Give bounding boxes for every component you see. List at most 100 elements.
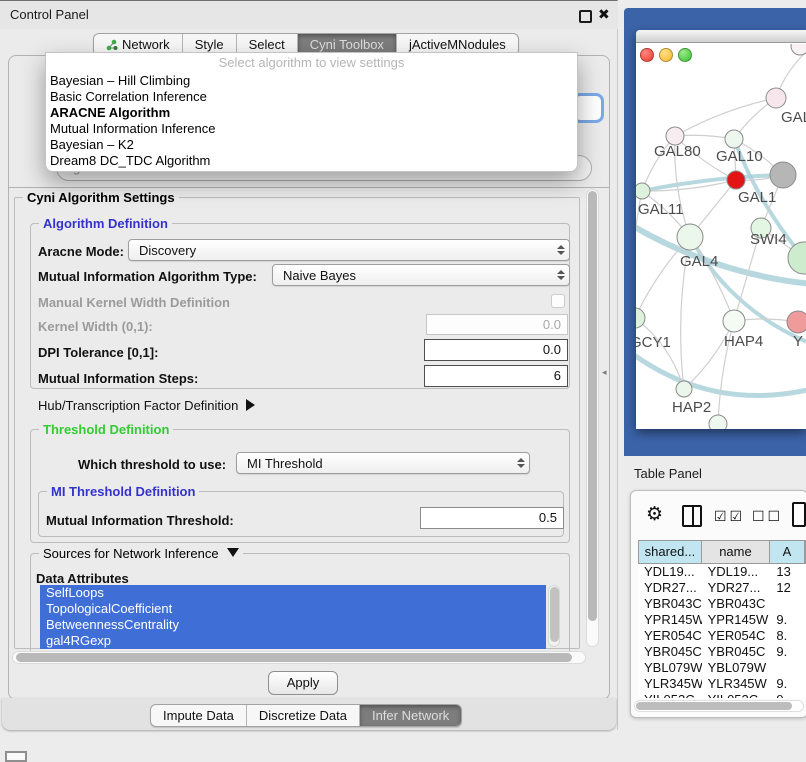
table-row[interactable]: YIL052CYIL052C9. bbox=[638, 692, 806, 698]
network-node-hap4[interactable] bbox=[723, 310, 745, 332]
mi-threshold-field[interactable]: 0.5 bbox=[420, 507, 564, 529]
settings-horizontal-scrollbar-thumb[interactable] bbox=[16, 653, 572, 662]
mi-steps-field[interactable]: 6 bbox=[424, 365, 568, 387]
table-cell: YBL079W bbox=[638, 660, 702, 676]
hub-definition-toggle[interactable]: Hub/Transcription Factor Definition bbox=[38, 398, 255, 413]
tab-label: Style bbox=[195, 37, 224, 52]
algorithm-option[interactable]: Bayesian – Hill Climbing bbox=[46, 73, 577, 89]
table-cell: 8. bbox=[770, 628, 806, 644]
manual-kernel-checkbox[interactable] bbox=[551, 294, 565, 308]
settings-group-title: Cyni Algorithm Settings bbox=[23, 190, 179, 205]
network-node[interactable] bbox=[709, 415, 727, 429]
gear-icon[interactable]: ⚙ bbox=[646, 503, 663, 526]
apply-button[interactable]: Apply bbox=[268, 671, 338, 695]
table-row[interactable]: YDR27...YDR27...12 bbox=[638, 580, 806, 596]
column-header-2[interactable]: name bbox=[702, 541, 770, 563]
zoom-traffic-light-icon[interactable] bbox=[678, 48, 692, 62]
settings-vertical-scrollbar-thumb[interactable] bbox=[588, 191, 597, 621]
manual-kernel-label: Manual Kernel Width Definition bbox=[38, 295, 230, 310]
table-row[interactable]: YDL19...YDL19...13 bbox=[638, 564, 806, 580]
network-icon bbox=[106, 39, 118, 51]
network-node-gal4[interactable] bbox=[677, 224, 703, 250]
network-node-label: GAL10 bbox=[716, 148, 763, 165]
aracne-mode-value: Discovery bbox=[129, 243, 553, 258]
deselect-all-checkboxes-icon[interactable]: ☐☐ bbox=[752, 508, 783, 525]
table-cell: YER054C bbox=[638, 628, 702, 644]
algorithm-option[interactable]: Bayesian – K2 bbox=[46, 137, 577, 153]
network-window-titlebar[interactable] bbox=[636, 30, 806, 43]
tab-infer-network[interactable]: Infer Network bbox=[360, 705, 461, 726]
hub-definition-label: Hub/Transcription Factor Definition bbox=[38, 398, 238, 413]
column-header-1[interactable]: shared... bbox=[639, 541, 702, 563]
tab-label: Network bbox=[122, 37, 170, 52]
spinner-arrows-icon bbox=[553, 270, 569, 280]
column-header-3[interactable]: A bbox=[770, 541, 805, 563]
collapsed-arrow-icon bbox=[246, 399, 255, 411]
data-attribute-item[interactable]: gal4RGexp bbox=[40, 633, 546, 649]
table-cell: YBR043C bbox=[702, 596, 771, 612]
dpi-tolerance-field[interactable]: 0.0 bbox=[424, 339, 568, 361]
table-row[interactable]: YBR043CYBR043C bbox=[638, 596, 806, 612]
tab-impute-data[interactable]: Impute Data bbox=[151, 705, 247, 726]
table-row[interactable]: YER054CYER054C8. bbox=[638, 628, 806, 644]
network-node-label: GAL11 bbox=[638, 201, 684, 218]
network-node[interactable] bbox=[788, 242, 806, 274]
table-cell: YLR345W bbox=[638, 676, 702, 692]
algorithm-option[interactable]: Dream8 DC_TDC Algorithm bbox=[46, 153, 577, 169]
network-node-gal11[interactable] bbox=[636, 183, 650, 199]
network-node-y[interactable] bbox=[787, 311, 806, 333]
which-threshold-combobox[interactable]: MI Threshold bbox=[236, 452, 530, 474]
table-row[interactable]: YBL079WYBL079W bbox=[638, 660, 806, 676]
network-node[interactable] bbox=[770, 162, 796, 188]
close-traffic-light-icon[interactable] bbox=[640, 48, 654, 62]
network-edge[interactable] bbox=[675, 98, 776, 136]
network-node-hap2[interactable] bbox=[676, 381, 692, 397]
data-attribute-item[interactable]: BetweennessCentrality bbox=[40, 617, 546, 633]
list-scrollbar-thumb[interactable] bbox=[550, 587, 559, 642]
select-all-checkboxes-icon[interactable]: ☑☑ bbox=[714, 508, 745, 525]
spinner-arrows-icon bbox=[553, 245, 569, 255]
network-node-label: GAL4 bbox=[680, 253, 718, 270]
kernel-width-field[interactable]: 0.0 bbox=[426, 314, 568, 335]
table-row[interactable]: YLR345WYLR345W9. bbox=[638, 676, 806, 692]
table-cell: YBR045C bbox=[702, 644, 771, 660]
mi-type-value: Naive Bayes bbox=[273, 268, 553, 283]
algorithm-option[interactable]: Mutual Information Inference bbox=[46, 121, 577, 137]
float-window-icon[interactable] bbox=[579, 10, 592, 23]
panel-splitter-grip[interactable]: ◂ bbox=[602, 367, 607, 378]
network-node-gal10[interactable] bbox=[725, 130, 743, 148]
table-cell: 9. bbox=[770, 644, 806, 660]
algorithm-option[interactable]: Basic Correlation Inference bbox=[46, 89, 577, 105]
export-table-icon[interactable] bbox=[792, 502, 806, 527]
table-row[interactable]: YBR045CYBR045C9. bbox=[638, 644, 806, 660]
table-rows: YDL19...YDL19...13YDR27...YDR27...12YBR0… bbox=[638, 564, 806, 698]
control-panel-titlebar: Control Panel ✖ bbox=[0, 1, 618, 29]
close-icon[interactable]: ✖ bbox=[598, 6, 610, 23]
data-attributes-list[interactable]: SelfLoopsTopologicalCoefficientBetweenne… bbox=[40, 585, 546, 649]
mi-type-combobox[interactable]: Naive Bayes bbox=[272, 264, 570, 286]
network-node-label: Y bbox=[793, 333, 803, 350]
tab-discretize-data[interactable]: Discretize Data bbox=[247, 705, 360, 726]
table-row[interactable]: YPR145WYPR145W9. bbox=[638, 612, 806, 628]
table-cell: YPR145W bbox=[638, 612, 702, 628]
network-node-gal[interactable] bbox=[766, 88, 786, 108]
data-attribute-item[interactable]: SelfLoops bbox=[40, 585, 546, 601]
sources-group-title: Sources for Network Inference bbox=[39, 546, 243, 561]
network-view-window[interactable]: GALGAL80GAL10GAL1GAL11SWI4GAL4GCY1HAP4YH… bbox=[636, 30, 806, 429]
mi-threshold-group-title: MI Threshold Definition bbox=[47, 484, 199, 499]
data-attribute-item[interactable]: TopologicalCoefficient bbox=[40, 601, 546, 617]
divider bbox=[8, 187, 610, 188]
expanded-arrow-icon[interactable] bbox=[227, 548, 239, 557]
network-graph[interactable]: GALGAL80GAL10GAL1GAL11SWI4GAL4GCY1HAP4YH… bbox=[636, 44, 806, 429]
aracne-mode-combobox[interactable]: Discovery bbox=[128, 239, 570, 261]
table-horizontal-scrollbar-thumb[interactable] bbox=[636, 702, 792, 710]
minimized-panel-icon[interactable] bbox=[5, 751, 27, 762]
table-cell: 9. bbox=[770, 676, 806, 692]
which-threshold-label: Which threshold to use: bbox=[78, 457, 226, 472]
columns-icon[interactable] bbox=[682, 505, 702, 527]
network-node[interactable] bbox=[791, 44, 806, 55]
minimize-traffic-light-icon[interactable] bbox=[659, 48, 673, 62]
algorithm-option[interactable]: ARACNE Algorithm bbox=[46, 105, 577, 121]
table-cell bbox=[770, 660, 806, 676]
network-node-gal1[interactable] bbox=[727, 171, 745, 189]
